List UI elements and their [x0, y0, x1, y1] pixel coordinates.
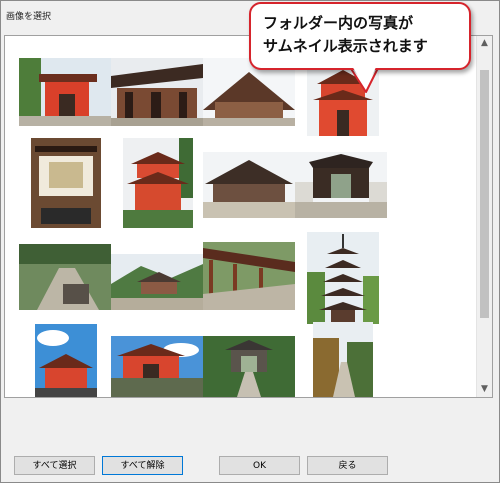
- photo-thumbnail-14[interactable]: [111, 336, 203, 397]
- select-all-button[interactable]: すべて選択: [14, 456, 95, 475]
- photo-thumbnail-11[interactable]: [203, 242, 295, 310]
- photo-thumbnail-12[interactable]: [307, 232, 379, 324]
- back-button[interactable]: 戻る: [307, 456, 388, 475]
- deselect-all-button[interactable]: すべて解除: [102, 456, 183, 475]
- photo-thumbnail-15[interactable]: [203, 336, 295, 397]
- photo-thumbnail-9[interactable]: [19, 244, 111, 310]
- photo-thumbnail-16[interactable]: [313, 322, 373, 397]
- photo-thumbnail-8[interactable]: [295, 152, 387, 218]
- photo-thumbnail-5[interactable]: [31, 138, 101, 228]
- photo-thumbnail-13[interactable]: [35, 324, 97, 397]
- scroll-down-icon[interactable]: ▼: [477, 382, 492, 397]
- photo-thumbnail-6[interactable]: [123, 138, 193, 228]
- photo-thumbnail-10[interactable]: [111, 254, 203, 310]
- callout-pointer-cover: [350, 63, 378, 88]
- ok-button[interactable]: OK: [219, 456, 300, 475]
- photo-thumbnail-7[interactable]: [203, 152, 295, 218]
